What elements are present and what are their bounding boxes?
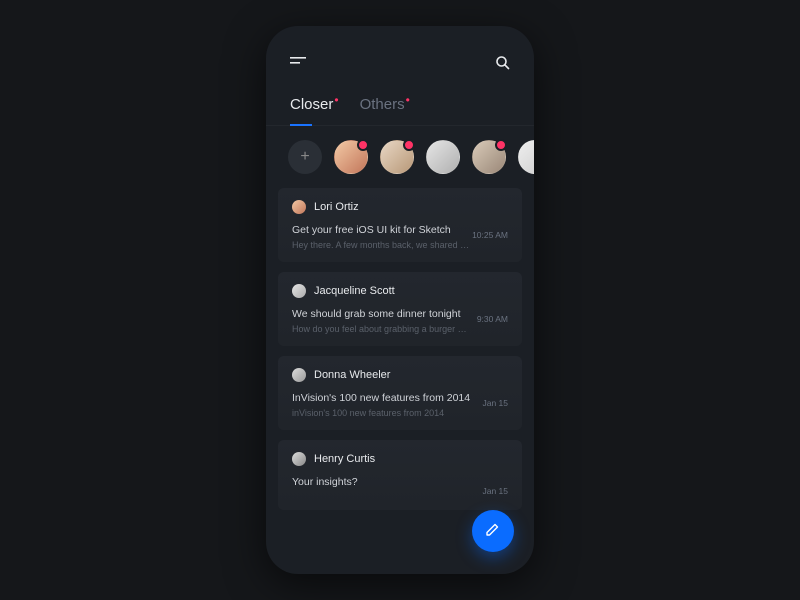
sender-name: Henry Curtis [314, 453, 375, 465]
message-preview: Hey there. A few months back, we shared … [292, 240, 472, 250]
story-avatar[interactable] [380, 140, 414, 174]
search-icon[interactable] [495, 55, 510, 70]
message-preview: How do you feel about grabbing a burger … [292, 324, 472, 334]
story-row[interactable]: + [266, 126, 534, 188]
menu-icon[interactable] [290, 57, 308, 67]
sender-name: Lori Ortiz [314, 201, 359, 213]
sender-name: Jacqueline Scott [314, 285, 395, 297]
notification-dot: • [334, 93, 338, 107]
story-badge [403, 139, 415, 151]
avatar [292, 452, 306, 466]
message-card[interactable]: Lori Ortiz Get your free iOS UI kit for … [278, 188, 522, 262]
message-preview: inVision's 100 new features from 2014 [292, 408, 472, 418]
story-avatar[interactable] [334, 140, 368, 174]
pencil-icon [485, 521, 501, 542]
tab-label: Closer [290, 96, 333, 113]
phone-frame: Closer• Others• + Lori Ortiz Get your fr… [266, 26, 534, 574]
avatar [292, 368, 306, 382]
message-time: 10:25 AM [472, 230, 508, 240]
tab-closer[interactable]: Closer• [290, 96, 338, 125]
message-time: Jan 15 [482, 398, 508, 408]
tabs: Closer• Others• [266, 74, 534, 126]
avatar [292, 284, 306, 298]
notification-dot: • [406, 93, 410, 107]
message-card[interactable]: Henry Curtis Your insights? Jan 15 [278, 440, 522, 510]
story-badge [495, 139, 507, 151]
tab-others[interactable]: Others• [360, 96, 409, 125]
message-time: Jan 15 [482, 486, 508, 496]
compose-button[interactable] [472, 510, 514, 552]
message-card[interactable]: Jacqueline Scott We should grab some din… [278, 272, 522, 346]
sender-name: Donna Wheeler [314, 369, 390, 381]
message-feed[interactable]: Lori Ortiz Get your free iOS UI kit for … [266, 188, 534, 510]
message-subject: InVision's 100 new features from 2014 [292, 392, 508, 404]
avatar [292, 200, 306, 214]
story-avatar[interactable] [518, 140, 534, 174]
plus-icon: + [300, 148, 309, 166]
message-subject: We should grab some dinner tonight [292, 308, 508, 320]
message-subject: Your insights? [292, 476, 508, 488]
top-bar [266, 50, 534, 74]
message-time: 9:30 AM [477, 314, 508, 324]
add-story-button[interactable]: + [288, 140, 322, 174]
story-avatar[interactable] [426, 140, 460, 174]
story-avatar[interactable] [472, 140, 506, 174]
tab-label: Others [360, 96, 405, 113]
message-card[interactable]: Donna Wheeler InVision's 100 new feature… [278, 356, 522, 430]
story-badge [357, 139, 369, 151]
